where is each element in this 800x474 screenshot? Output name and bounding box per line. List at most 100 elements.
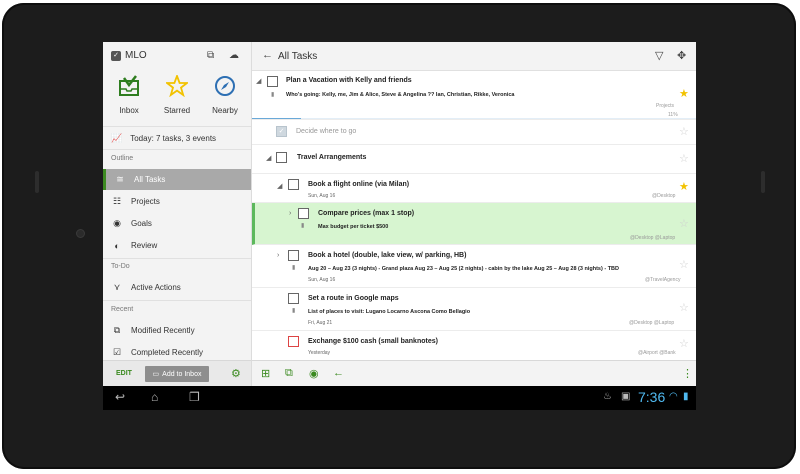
back-nav-icon[interactable]: ↩	[115, 390, 125, 404]
more-menu-icon[interactable]: ⋮	[682, 367, 693, 380]
quick-inbox-label: Inbox	[119, 106, 139, 115]
task-header: ← All Tasks ▽ ✥	[252, 42, 696, 71]
move-icon[interactable]: ✥	[677, 49, 686, 62]
inbox-icon	[117, 74, 141, 98]
edit-button[interactable]: EDIT	[116, 370, 132, 377]
section-todo: To-Do	[111, 263, 130, 270]
collapse-icon[interactable]: ◢	[256, 77, 261, 85]
task-title: Book a hotel (double, lake view, w/ park…	[308, 252, 467, 259]
recents-nav-icon[interactable]: ❐	[189, 390, 200, 404]
star-icon[interactable]: ☆	[679, 219, 689, 230]
notification-icon: ♨	[603, 391, 612, 402]
collapse-icon[interactable]: ◢	[277, 182, 282, 190]
battery-icon: ▮	[683, 391, 689, 402]
note-icon: ▮	[292, 265, 296, 271]
task-checkbox[interactable]	[288, 250, 299, 261]
star-icon[interactable]: ☆	[679, 127, 689, 138]
task-tag: @Desktop	[652, 193, 676, 199]
star-icon	[165, 74, 189, 98]
all-tasks-icon: ≅	[116, 174, 124, 184]
sidebar-item-goals[interactable]: ◉ Goals	[103, 213, 251, 234]
quick-inbox[interactable]: Inbox	[105, 74, 153, 115]
filter-icon[interactable]: ▽	[655, 49, 663, 62]
quick-nearby[interactable]: Nearby	[201, 74, 249, 115]
task-row[interactable]: Exchange $100 cash (small banknotes) Yes…	[252, 331, 696, 360]
add-task-icon[interactable]: ⊞	[261, 367, 270, 380]
today-text: Today: 7 tasks, 3 events	[130, 133, 217, 143]
task-note: Who's going: Kelly, me, Jim & Alice, Ste…	[286, 92, 515, 98]
gear-icon[interactable]: ⚙	[231, 367, 241, 380]
cloud-icon[interactable]: ☁	[229, 50, 239, 61]
note-icon: ▮	[271, 92, 275, 98]
sidebar-item-modified-recently[interactable]: ⧉ Modified Recently	[103, 320, 251, 341]
task-checkbox[interactable]	[276, 152, 287, 163]
sidebar-item-label: Completed Recently	[131, 348, 204, 357]
side-button	[761, 171, 765, 193]
home-nav-icon[interactable]: ⌂	[151, 390, 158, 404]
sidebar-item-review[interactable]: ◐ Review	[103, 235, 251, 256]
task-date: Sun, Aug 16	[308, 277, 336, 283]
copy-icon[interactable]: ⧉	[207, 50, 214, 61]
expand-icon[interactable]: ›	[289, 210, 291, 217]
note-icon: ▮	[292, 308, 296, 314]
sidebar-item-projects[interactable]: ☷ Projects	[103, 191, 251, 212]
expand-icon[interactable]: ›	[277, 252, 279, 259]
eye-icon[interactable]: ◉	[309, 367, 319, 380]
star-icon[interactable]: ☆	[679, 260, 689, 271]
task-note: List of places to visit: Lugano Locarno …	[308, 309, 471, 315]
sidebar-item-label: Active Actions	[131, 283, 181, 292]
task-row[interactable]: › Book a hotel (double, lake view, w/ pa…	[252, 245, 696, 288]
task-tag: @Desktop @Laptop	[630, 235, 676, 241]
task-progress-fill	[252, 118, 301, 119]
task-date: Sun, Aug 16	[308, 193, 336, 199]
star-icon[interactable]: ☆	[679, 154, 689, 165]
task-progress-bar	[252, 118, 696, 119]
add-to-inbox-button[interactable]: ▭ Add to Inbox	[145, 366, 209, 382]
task-row[interactable]: ◢ Book a flight online (via Milan) Sun, …	[252, 174, 696, 203]
sidebar-item-label: Modified Recently	[131, 326, 195, 335]
collapse-icon[interactable]: ◢	[266, 154, 271, 162]
goals-icon: ◉	[113, 218, 121, 228]
task-title: Plan a Vacation with Kelly and friends	[286, 77, 412, 84]
completed-checkbox[interactable]: ✓	[276, 126, 287, 137]
task-row-selected[interactable]: › Compare prices (max 1 stop) ▮ Max budg…	[252, 203, 696, 245]
back-arrow-icon[interactable]: ←	[262, 49, 273, 61]
task-checkbox[interactable]	[288, 336, 299, 347]
task-tag: Projects	[656, 103, 675, 109]
outdent-arrow-icon[interactable]: ←	[333, 367, 344, 379]
chart-icon: 📈	[111, 132, 123, 143]
star-icon[interactable]: ★	[679, 182, 689, 193]
quick-nearby-label: Nearby	[212, 106, 238, 115]
task-checkbox[interactable]	[288, 293, 299, 304]
star-icon[interactable]: ☆	[679, 339, 689, 350]
task-row[interactable]: ◢ Plan a Vacation with Kelly and friends…	[252, 71, 696, 120]
clock: 7:36	[638, 389, 666, 405]
brand: ✓ MLO	[111, 50, 147, 61]
task-checkbox[interactable]	[298, 208, 309, 219]
screen: ✓ MLO ⧉ ☁ Inbox Starred Nearby 📈 Today: …	[103, 42, 696, 410]
left-panel: ✓ MLO ⧉ ☁ Inbox Starred Nearby 📈 Today: …	[103, 42, 252, 360]
task-checkbox[interactable]	[288, 179, 299, 190]
task-date: Fri, Aug 21	[308, 320, 333, 326]
quick-access: Inbox Starred Nearby	[103, 74, 251, 122]
star-icon[interactable]: ★	[679, 89, 689, 100]
divider	[103, 258, 251, 259]
task-panel: ← All Tasks ▽ ✥ ◢ Plan a Vacation with K…	[252, 42, 696, 360]
section-recent: Recent	[111, 306, 134, 313]
task-row[interactable]: ✓ Decide where to go ☆	[252, 120, 696, 145]
quick-starred[interactable]: Starred	[153, 74, 201, 115]
today-summary[interactable]: 📈 Today: 7 tasks, 3 events	[103, 126, 251, 150]
section-outline: Outline	[111, 155, 134, 162]
add-subtask-icon[interactable]: ⧉	[285, 367, 293, 380]
app-name: MLO	[125, 50, 147, 61]
task-toolbar: ⊞ ⧉ ◉ ← ⋮	[252, 360, 696, 387]
task-checkbox[interactable]	[267, 76, 278, 87]
page-title: All Tasks	[278, 51, 318, 62]
star-icon[interactable]: ☆	[679, 303, 689, 314]
task-row[interactable]: ◢ Travel Arrangements ☆	[252, 145, 696, 174]
task-row[interactable]: Set a route in Google maps ▮ List of pla…	[252, 288, 696, 331]
task-title: Decide where to go	[296, 128, 357, 135]
task-tag: @Desktop @Laptop	[629, 320, 675, 326]
sidebar-item-active-actions[interactable]: ⋎ Active Actions	[103, 277, 251, 298]
sidebar-item-all-tasks[interactable]: ≅ All Tasks	[103, 169, 251, 190]
